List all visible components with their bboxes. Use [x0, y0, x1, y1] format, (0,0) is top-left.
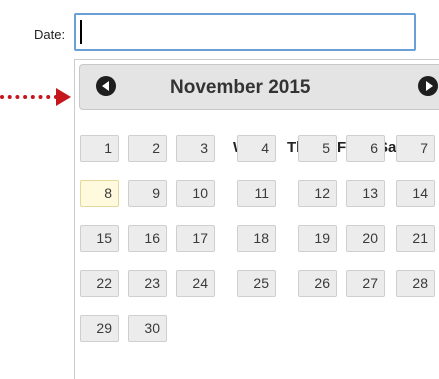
day-cell-18[interactable]: 18 [237, 225, 276, 252]
date-input[interactable] [74, 13, 416, 51]
day-cell-22[interactable]: 22 [80, 270, 119, 297]
day-cell-15[interactable]: 15 [80, 225, 119, 252]
day-cell-12[interactable]: 12 [298, 180, 337, 207]
day-cell-6[interactable]: 6 [346, 135, 385, 162]
day-cell-9[interactable]: 9 [128, 180, 167, 207]
day-cell-7[interactable]: 7 [396, 135, 435, 162]
text-caret [80, 20, 82, 44]
pointer-arrow-line [0, 95, 58, 99]
day-cell-23[interactable]: 23 [128, 270, 167, 297]
day-cell-24[interactable]: 24 [176, 270, 215, 297]
day-cell-5[interactable]: 5 [298, 135, 337, 162]
day-cell-11[interactable]: 11 [237, 180, 276, 207]
day-cell-19[interactable]: 19 [298, 225, 337, 252]
day-cell-21[interactable]: 21 [396, 225, 435, 252]
day-cell-4[interactable]: 4 [237, 135, 276, 162]
datepicker-calendar: November 2015 Su Mo Tu We Th Fr Sa 12345… [74, 59, 439, 379]
month-year-title: November 2015 [170, 77, 311, 98]
day-cell-28[interactable]: 28 [396, 270, 435, 297]
day-cell-1[interactable]: 1 [80, 135, 119, 162]
chevron-left-icon[interactable] [96, 76, 116, 96]
day-cell-3[interactable]: 3 [176, 135, 215, 162]
datepicker-header: November 2015 [79, 64, 439, 110]
day-cell-17[interactable]: 17 [176, 225, 215, 252]
day-cell-10[interactable]: 10 [176, 180, 215, 207]
day-cell-26[interactable]: 26 [298, 270, 337, 297]
day-cell-20[interactable]: 20 [346, 225, 385, 252]
day-cell-14[interactable]: 14 [396, 180, 435, 207]
day-cell-2[interactable]: 2 [128, 135, 167, 162]
day-cell-30[interactable]: 30 [128, 315, 167, 342]
day-cell-13[interactable]: 13 [346, 180, 385, 207]
day-cell-27[interactable]: 27 [346, 270, 385, 297]
chevron-right-icon[interactable] [418, 76, 438, 96]
day-cell-25[interactable]: 25 [237, 270, 276, 297]
date-label: Date: [34, 27, 66, 42]
arrow-right-icon [56, 88, 71, 106]
day-cell-8[interactable]: 8 [80, 180, 119, 207]
day-cell-29[interactable]: 29 [80, 315, 119, 342]
day-cell-16[interactable]: 16 [128, 225, 167, 252]
